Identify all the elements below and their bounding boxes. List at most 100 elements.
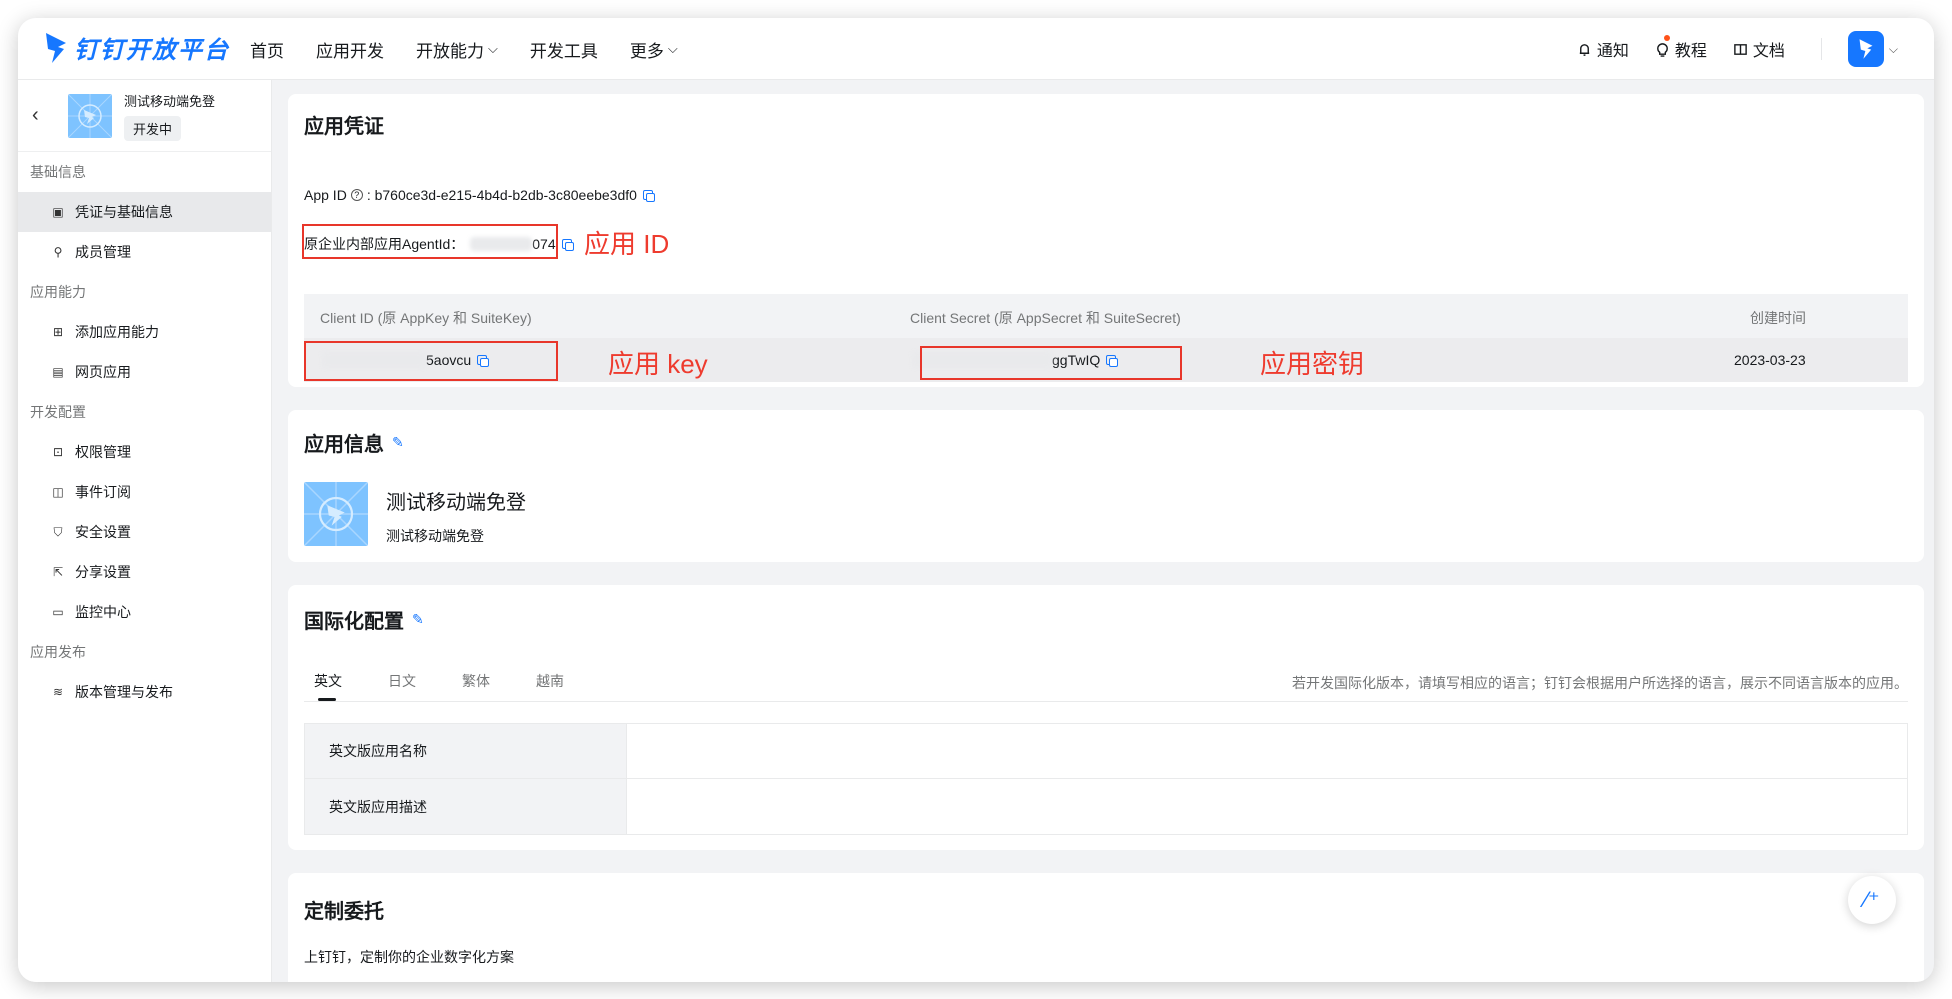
sidebar-item-add-capability[interactable]: ⊞ 添加应用能力 bbox=[18, 312, 271, 352]
table-row: 英文版应用名称 bbox=[305, 724, 1907, 779]
annotation-key: 应用 key bbox=[608, 349, 708, 379]
event-icon: ◫ bbox=[52, 485, 64, 499]
sidebar-item-label: 凭证与基础信息 bbox=[75, 204, 173, 220]
sidebar-item-credentials[interactable]: ▣ 凭证与基础信息 bbox=[18, 192, 271, 232]
docs-button[interactable]: 文档 bbox=[1733, 37, 1785, 61]
sidebar-item-label: 事件订阅 bbox=[75, 484, 131, 500]
app-logo-icon bbox=[68, 93, 112, 138]
edit-icon[interactable]: ✎ bbox=[392, 434, 404, 451]
shield-icon: ⛉ bbox=[53, 525, 63, 539]
avatar[interactable] bbox=[1847, 31, 1884, 67]
book-icon bbox=[1734, 43, 1747, 55]
nav-app-dev[interactable]: 应用开发 bbox=[316, 37, 384, 62]
chevron-down-icon: ⌵ bbox=[667, 41, 678, 56]
nav-open-capability[interactable]: 开放能力 ⌵ bbox=[416, 37, 498, 62]
i18n-title: 国际化配置 bbox=[304, 611, 404, 633]
tab-vietnamese[interactable]: 越南 bbox=[526, 667, 574, 701]
credential-icon: ▣ bbox=[52, 205, 64, 219]
nav-app-dev-label: 应用开发 bbox=[316, 41, 384, 61]
back-icon[interactable]: ‹ bbox=[32, 104, 52, 127]
app-info-card: 应用信息 ✎ 测试移动端免登 测试移动端免登 bbox=[288, 410, 1924, 562]
top-right-actions: 通知 教程 文档 ⌵ bbox=[1551, 18, 1898, 80]
sidebar: ‹ 测试移动端免登 开发中 基础信息 ▣ 凭证与基础信息 ⚲ 成员管理 应用能力 bbox=[18, 80, 272, 982]
nav-more-label: 更多 bbox=[629, 41, 664, 61]
tutorial-button[interactable]: 教程 bbox=[1655, 35, 1707, 61]
chevron-down-icon: ⌵ bbox=[488, 41, 498, 56]
brand-logo[interactable]: 钉钉开放平台 bbox=[44, 30, 230, 65]
i18n-table: 英文版应用名称 英文版应用描述 bbox=[304, 723, 1908, 835]
custom-card: 定制委托 上钉钉，定制你的企业数字化方案 bbox=[288, 873, 1924, 982]
sidebar-item-label: 成员管理 bbox=[75, 244, 131, 260]
copy-icon[interactable] bbox=[642, 190, 655, 202]
sidebar-item-security[interactable]: ⛉ 安全设置 bbox=[18, 512, 271, 552]
annotation-box-secret bbox=[920, 346, 1182, 380]
table-row: 英文版应用描述 bbox=[305, 779, 1907, 834]
sidebar-item-version[interactable]: ≋ 版本管理与发布 bbox=[18, 672, 271, 712]
credentials-title: 应用凭证 bbox=[304, 116, 384, 138]
app-id-value: b760ce3d-e215-4b4d-b2db-3c80eebe3df0 bbox=[374, 187, 637, 203]
lightbulb-icon bbox=[1657, 42, 1668, 57]
add-capability-icon: ⊞ bbox=[52, 325, 64, 339]
member-icon: ⚲ bbox=[53, 245, 63, 259]
tab-japanese[interactable]: 日文 bbox=[378, 667, 426, 701]
magic-wand-icon: ⁄⁺ bbox=[1864, 887, 1880, 912]
i18n-desc-value bbox=[627, 779, 1907, 834]
app-id-colon: : bbox=[366, 187, 375, 203]
notify-button[interactable]: 通知 bbox=[1577, 37, 1629, 61]
sidebar-item-label: 分享设置 bbox=[75, 564, 131, 580]
tab-traditional[interactable]: 繁体 bbox=[452, 667, 500, 701]
i18n-name-label: 英文版应用名称 bbox=[305, 724, 627, 778]
tutorial-label: 教程 bbox=[1674, 43, 1707, 60]
notify-label: 通知 bbox=[1596, 43, 1629, 60]
created-date: 2023-03-23 bbox=[1734, 352, 1806, 368]
monitor-icon: ▭ bbox=[52, 605, 64, 619]
sidebar-item-label: 权限管理 bbox=[75, 444, 131, 460]
sidebar-item-event[interactable]: ◫ 事件订阅 bbox=[18, 472, 271, 512]
sidebar-item-monitor[interactable]: ▭ 监控中心 bbox=[18, 592, 271, 632]
help-icon[interactable]: ? bbox=[350, 189, 363, 201]
bell-icon bbox=[1579, 43, 1590, 56]
i18n-name-value bbox=[627, 724, 1907, 778]
sidebar-item-web-app[interactable]: ▤ 网页应用 bbox=[18, 352, 271, 392]
app-logo-icon bbox=[304, 482, 368, 546]
sidebar-group-capability: 应用能力 bbox=[30, 284, 86, 300]
app-info-name: 测试移动端免登 bbox=[386, 492, 526, 514]
col-client-secret: Client Secret (原 AppSecret 和 SuiteSecret… bbox=[910, 310, 1181, 326]
nav-dev-tools[interactable]: 开发工具 bbox=[530, 37, 598, 62]
sidebar-group-release: 应用发布 bbox=[30, 644, 86, 660]
sidebar-item-label: 添加应用能力 bbox=[75, 324, 159, 340]
edit-icon[interactable]: ✎ bbox=[412, 611, 424, 628]
nav-more[interactable]: 更多 ⌵ bbox=[630, 37, 678, 62]
sidebar-app-header: ‹ 测试移动端免登 开发中 bbox=[18, 80, 271, 152]
tab-english[interactable]: 英文 bbox=[304, 667, 352, 701]
brand-name: 钉钉开放平台 bbox=[74, 37, 230, 64]
share-icon: ⇱ bbox=[52, 565, 64, 579]
layers-icon: ≋ bbox=[52, 685, 64, 699]
sidebar-item-permission[interactable]: ⊡ 权限管理 bbox=[18, 432, 271, 472]
ai-assistant-button[interactable]: ⁄⁺ bbox=[1848, 876, 1896, 924]
status-badge: 开发中 bbox=[124, 115, 182, 141]
dingtalk-logo-icon bbox=[1859, 39, 1873, 59]
language-tabs: 英文 日文 繁体 越南 bbox=[304, 667, 600, 701]
main-nav: 首页 应用开发 开放能力 ⌵ 开发工具 更多 ⌵ bbox=[250, 18, 710, 80]
i18n-hint: 若开发国际化版本，请填写相应的语言；钉钉会根据用户所选择的语言，展示不同语言版本… bbox=[1292, 675, 1908, 691]
nav-home[interactable]: 首页 bbox=[250, 37, 284, 62]
custom-title: 定制委托 bbox=[304, 901, 384, 923]
app-info-thumbnail bbox=[304, 482, 368, 546]
sidebar-item-label: 网页应用 bbox=[75, 364, 131, 380]
web-app-icon: ▤ bbox=[52, 365, 64, 379]
chevron-down-icon[interactable]: ⌵ bbox=[1889, 42, 1898, 57]
credentials-table-header: Client ID (原 AppKey 和 SuiteKey) Client S… bbox=[304, 294, 1908, 338]
sidebar-item-share[interactable]: ⇱ 分享设置 bbox=[18, 552, 271, 592]
sidebar-group-dev-config: 开发配置 bbox=[30, 404, 86, 420]
i18n-desc-label: 英文版应用描述 bbox=[305, 779, 627, 834]
sidebar-item-label: 版本管理与发布 bbox=[75, 684, 173, 700]
app-info-title: 应用信息 bbox=[304, 434, 384, 456]
sidebar-item-members[interactable]: ⚲ 成员管理 bbox=[18, 232, 271, 272]
sidebar-item-label: 安全设置 bbox=[75, 524, 131, 540]
top-nav-bar: 钉钉开放平台 首页 应用开发 开放能力⌵ 开发工具 更多⌵ 通知 教程 文档 bbox=[18, 18, 1934, 80]
nav-home-label: 首页 bbox=[250, 41, 284, 61]
copy-icon[interactable] bbox=[561, 239, 574, 251]
custom-desc: 上钉钉，定制你的企业数字化方案 bbox=[304, 949, 514, 965]
annotation-box-key bbox=[304, 341, 558, 381]
